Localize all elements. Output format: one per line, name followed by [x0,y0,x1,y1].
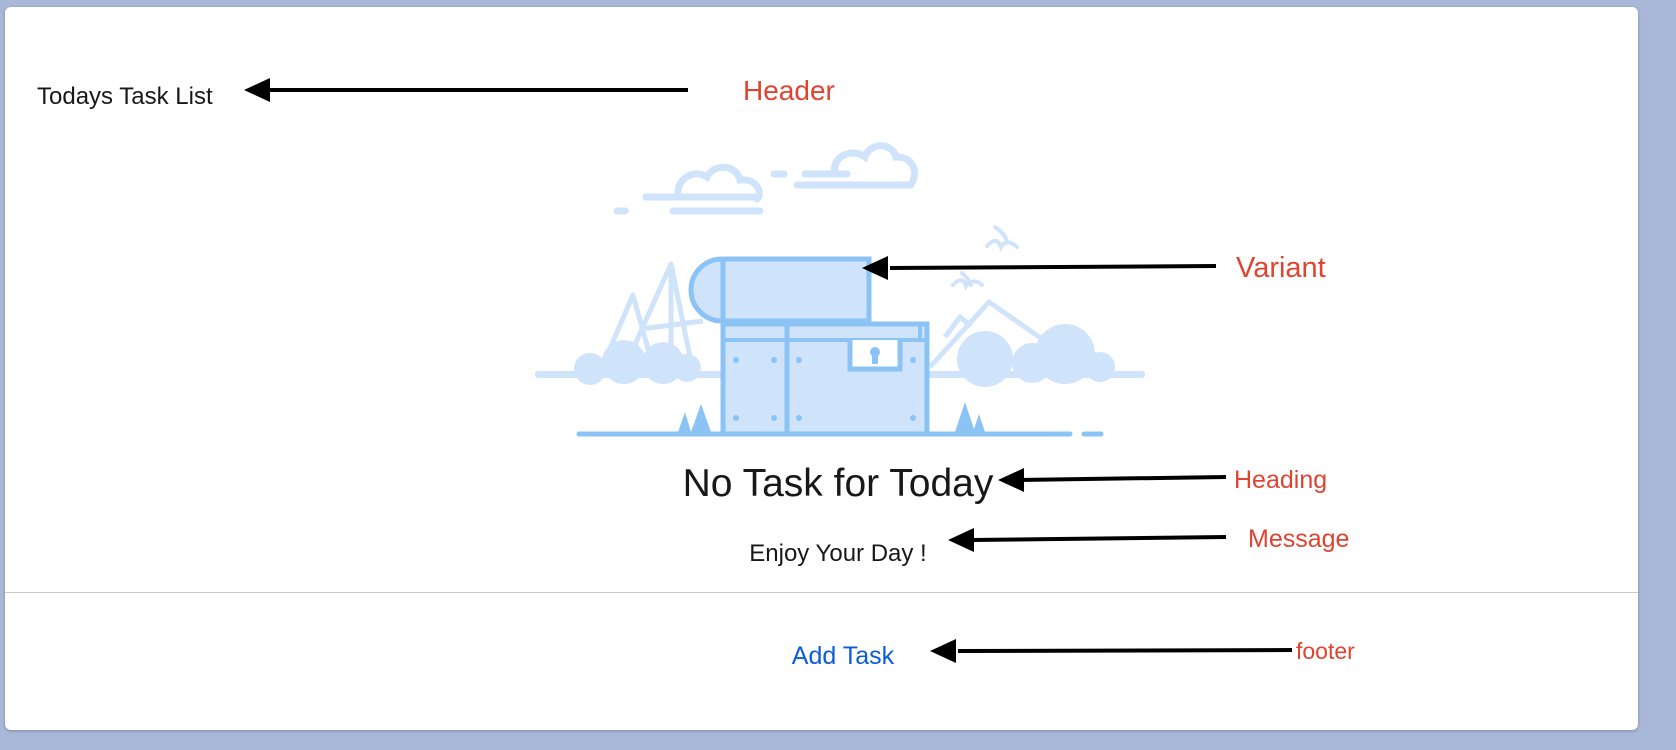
annotation-arrows [244,78,1293,663]
message-annotation: Message [1248,525,1350,553]
message-arrow [971,535,1227,542]
variant-arrowhead [862,256,888,280]
variant-arrow [889,264,1217,270]
header-arrowhead [244,78,270,102]
heading-arrow [1017,475,1227,482]
header-annotation: Header [743,75,835,106]
footer-arrow [957,648,1293,653]
footer-annotation: footer [1296,638,1355,664]
variant-annotation: Variant [1236,252,1326,284]
message-arrowhead [948,528,974,552]
footer-arrowhead [930,639,956,663]
heading-arrowhead [998,468,1024,492]
heading-annotation: Heading [1234,466,1328,494]
